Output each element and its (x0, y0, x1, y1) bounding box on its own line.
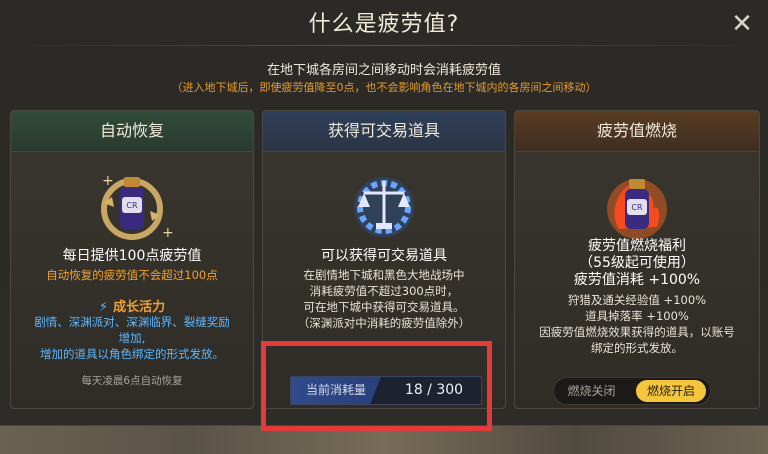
burn-on-option[interactable]: 燃烧开启 (636, 380, 706, 402)
card-desc-4: 绑定的形式发放。 (591, 341, 683, 355)
svg-text:+: + (162, 225, 174, 241)
card-main-text: 可以获得可交易道具 (321, 248, 447, 264)
title-divider (0, 45, 768, 46)
card-main-text: 每日提供100点疲劳值 (62, 248, 202, 264)
card-desc-4: （深渊派对中消耗的疲劳值除外） (297, 316, 471, 330)
fatigue-dialog: 什么是疲劳值? ✕ 在地下城各房间之间移动时会消耗疲劳值 （进入地下城后，即使疲… (0, 0, 768, 431)
card-desc-1: 在剧情地下城和黑色大地战场中 (303, 268, 465, 282)
fatigue-consumption-meter: 当前消耗量 18 / 300 (290, 376, 482, 405)
card-tradeable-items: 获得可交易道具 可以获得可交易道具 在剧情地下城和黑色大地战场中 消耗疲劳值不超… (262, 110, 506, 409)
card-icon-area: CR (515, 163, 759, 243)
potion-recovery-icon: CR + + (101, 173, 174, 241)
card-desc-1: 狩猎及通关经验值 +100% (567, 293, 707, 307)
close-icon[interactable]: ✕ (728, 10, 756, 38)
growth-desc-2: 增加, (118, 331, 146, 345)
growth-desc-1: 剧情、深渊派对、深渊临界、裂缝奖励 (34, 315, 230, 329)
card-desc-2: 道具掉落率 +100% (585, 309, 689, 323)
card-fatigue-burn: 疲劳值燃烧 CR 疲劳值燃烧福利 （55级起可使用） 疲劳值消耗 +100% 狩… (514, 110, 760, 409)
card-main-text-2: （55级起可使用） (579, 255, 695, 271)
card-desc-2: 消耗疲劳值不超过300点时， (309, 284, 459, 298)
card-desc-3: 因疲劳值燃烧效果获得的道具，以账号 (539, 325, 735, 339)
card-main-text-3: 疲劳值消耗 +100% (573, 272, 701, 288)
meter-value: 18 / 300 (404, 382, 464, 398)
card-auto-recovery: 自动恢复 CR + + 每日提供100点疲劳值 自动恢复的疲劳值不会超过100点… (10, 110, 254, 409)
card-title: 自动恢复 (11, 111, 253, 152)
growth-title: 成长活力 (113, 300, 166, 315)
card-icon-area (263, 163, 505, 243)
card-icon-area: CR + + (11, 163, 253, 243)
card-sub-text: 自动恢复的疲劳值不会超过100点 (46, 268, 218, 282)
scales-gear-icon (354, 177, 414, 237)
meter-label: 当前消耗量 (291, 377, 381, 404)
card-title: 获得可交易道具 (263, 111, 505, 152)
svg-text:CR: CR (126, 201, 138, 210)
lightning-icon: ⚡ (98, 300, 109, 315)
dialog-title: 什么是疲劳值? (308, 12, 460, 37)
svg-text:+: + (102, 173, 114, 189)
potion-burning-icon: CR (607, 179, 667, 239)
svg-text:CR: CR (631, 203, 643, 212)
dialog-note: （进入地下城后，即使疲劳值降至0点，也不会影响角色在地下城内的各房间之间移动） (171, 81, 597, 94)
burn-toggle[interactable]: 燃烧关闭 燃烧开启 (553, 377, 711, 405)
card-desc-3: 可在地下城中获得可交易道具。 (303, 300, 465, 314)
card-title: 疲劳值燃烧 (515, 111, 759, 152)
burn-off-option[interactable]: 燃烧关闭 (554, 378, 629, 404)
dialog-subtitle: 在地下城各房间之间移动时会消耗疲劳值 (266, 63, 501, 78)
growth-desc-3: 增加的道具以角色绑定的形式发放。 (40, 347, 224, 361)
card-main-text-1: 疲劳值燃烧福利 (588, 238, 686, 254)
card-footer: 每天凌晨6点自动恢复 (81, 375, 183, 387)
